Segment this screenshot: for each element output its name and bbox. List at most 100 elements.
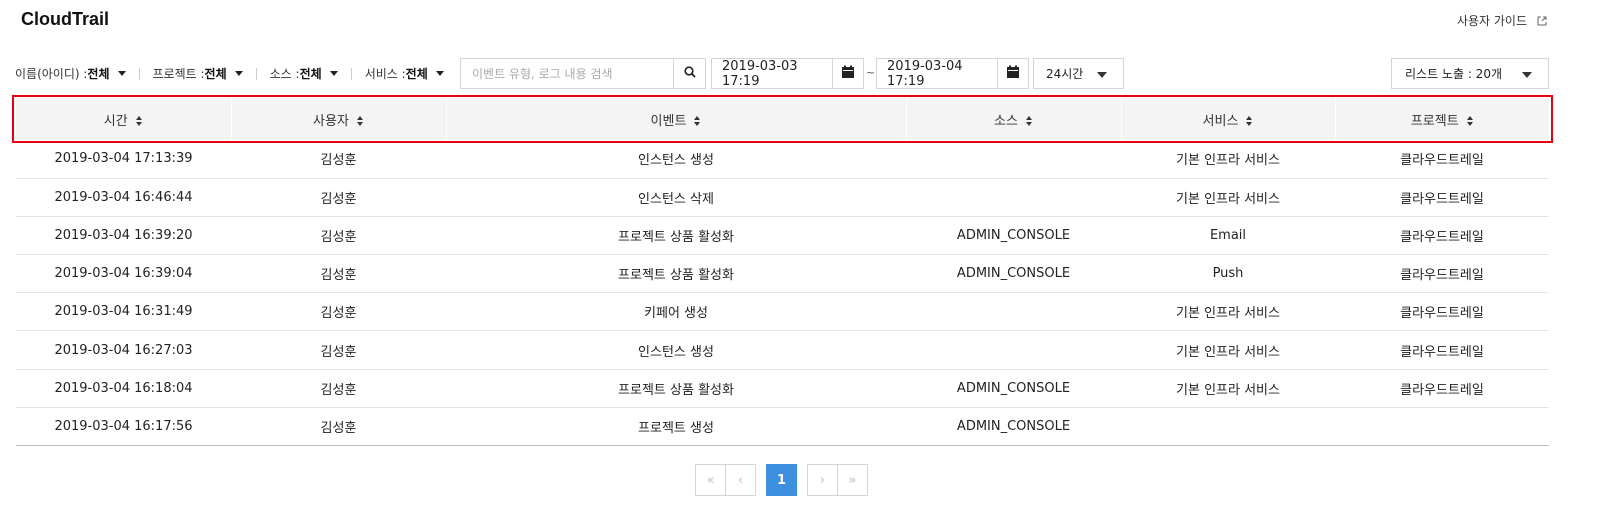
- filter-source-value: 전체: [299, 67, 322, 81]
- column-header-label: 서비스: [1202, 113, 1239, 129]
- cell-time: 2019-03-04 16:18:04: [16, 369, 231, 408]
- column-header-event[interactable]: 이벤트: [445, 98, 906, 140]
- sort-icon: [1466, 116, 1474, 126]
- cell-event: 프로젝트 상품 활성화: [446, 254, 906, 294]
- end-date-picker[interactable]: 2019-03-04 17:19: [876, 58, 1029, 89]
- cell-service: 기본 인프라 서비스: [1121, 330, 1335, 370]
- column-header-user[interactable]: 사용자: [230, 98, 446, 140]
- cell-source: ADMIN_CONSOLE: [906, 216, 1121, 256]
- cell-user: 김성훈: [231, 292, 446, 332]
- cell-user: 김성훈: [231, 407, 446, 447]
- cell-project: [1335, 407, 1549, 447]
- cell-project: 클라우드트레일: [1335, 254, 1549, 294]
- start-date-picker[interactable]: 2019-03-03 17:19: [711, 58, 864, 89]
- cell-source: ADMIN_CONSOLE: [906, 254, 1121, 294]
- prev-page-button[interactable]: ‹: [725, 464, 756, 496]
- column-header-time[interactable]: 시간: [16, 98, 231, 140]
- search-icon: [683, 65, 696, 82]
- first-page-button[interactable]: «: [695, 464, 726, 496]
- sort-icon: [1246, 116, 1253, 126]
- table-row[interactable]: 2019-03-04 16:39:20 김성훈 프로젝트 상품 활성화 ADMI…: [16, 216, 1549, 256]
- chevron-down-icon: [234, 71, 243, 76]
- filter-service-value: 전체: [405, 67, 428, 81]
- cell-project: 클라우드트레일: [1335, 330, 1549, 370]
- user-guide-label: 사용자 가이드: [1456, 14, 1527, 28]
- search-input[interactable]: [461, 59, 673, 88]
- cell-source: ADMIN_CONSOLE: [906, 369, 1121, 408]
- cell-project: 클라우드트레일: [1335, 140, 1549, 179]
- pagination-spacer: [756, 464, 766, 496]
- divider: [138, 67, 140, 80]
- calendar-icon: [1006, 65, 1020, 83]
- table-row[interactable]: 2019-03-04 17:13:39 김성훈 인스턴스 생성 기본 인프라 서…: [16, 140, 1549, 179]
- list-size-select[interactable]: 리스트 노출 : 20개: [1391, 58, 1549, 89]
- filter-source-label: 소스 :: [269, 67, 300, 81]
- last-page-button[interactable]: »: [837, 464, 868, 496]
- column-header-label: 프로젝트: [1410, 113, 1459, 129]
- table-row[interactable]: 2019-03-04 16:27:03 김성훈 인스턴스 생성 기본 인프라 서…: [16, 330, 1549, 370]
- start-date-value[interactable]: 2019-03-03 17:19: [712, 59, 832, 89]
- next-page-button[interactable]: ›: [807, 464, 838, 496]
- page-1-button[interactable]: 1: [766, 464, 797, 496]
- cell-event: 인스턴스 생성: [446, 140, 906, 179]
- chevron-down-icon: [329, 71, 338, 76]
- filter-project[interactable]: 프로젝트 : 전체: [153, 65, 243, 82]
- cell-source: ADMIN_CONSOLE: [906, 407, 1121, 447]
- table-row[interactable]: 2019-03-04 16:18:04 김성훈 프로젝트 상품 활성화 ADMI…: [16, 369, 1549, 408]
- filter-service[interactable]: 서비스 : 전체: [365, 65, 444, 82]
- cell-time: 2019-03-04 16:39:04: [16, 254, 231, 294]
- user-guide-link[interactable]: 사용자 가이드: [1457, 12, 1547, 29]
- sort-icon: [1025, 116, 1033, 126]
- cell-user: 김성훈: [231, 140, 446, 179]
- search-box: [460, 58, 706, 89]
- filter-project-label: 프로젝트 :: [152, 67, 205, 81]
- date-range-separator: ~: [866, 66, 876, 79]
- end-date-value[interactable]: 2019-03-04 17:19: [877, 59, 997, 89]
- cell-event: 프로젝트 생성: [446, 407, 906, 447]
- column-header-service[interactable]: 서비스: [1120, 98, 1335, 140]
- table-row[interactable]: 2019-03-04 16:17:56 김성훈 프로젝트 생성 ADMIN_CO…: [16, 407, 1549, 447]
- end-calendar-button[interactable]: [997, 59, 1028, 88]
- cell-service: 기본 인프라 서비스: [1121, 178, 1335, 217]
- column-header-project[interactable]: 프로젝트: [1334, 98, 1549, 140]
- column-header-source[interactable]: 소스: [905, 98, 1121, 140]
- column-header-label: 소스: [994, 113, 1018, 129]
- table-row[interactable]: 2019-03-04 16:39:04 김성훈 프로젝트 상품 활성화 ADMI…: [16, 254, 1549, 294]
- column-header-label: 사용자: [313, 113, 349, 129]
- cell-user: 김성훈: [231, 254, 446, 294]
- cell-source: [906, 292, 1121, 332]
- pagination-spacer: [797, 464, 807, 496]
- table-row[interactable]: 2019-03-04 16:46:44 김성훈 인스턴스 삭제 기본 인프라 서…: [16, 178, 1549, 217]
- start-calendar-button[interactable]: [832, 59, 863, 88]
- event-table: 시간 사용자 이벤트 소스 서비스 프로젝트 2019-03-04 17:13:…: [16, 98, 1549, 447]
- cell-time: 2019-03-04 16:46:44: [16, 178, 231, 217]
- calendar-icon: [841, 65, 855, 83]
- cell-event: 키페어 생성: [446, 292, 906, 332]
- time-range-select[interactable]: 24시간: [1033, 58, 1124, 89]
- cell-project: 클라우드트레일: [1335, 178, 1549, 217]
- cell-event: 인스턴스 생성: [446, 330, 906, 370]
- filter-name[interactable]: 이름(아이디) : 전체: [15, 65, 126, 82]
- table-row[interactable]: 2019-03-04 16:31:49 김성훈 키페어 생성 기본 인프라 서비…: [16, 292, 1549, 332]
- cell-service: Push: [1121, 254, 1335, 294]
- chevron-down-icon: [435, 71, 444, 76]
- pagination: « ‹ 1 › »: [695, 464, 868, 496]
- search-button[interactable]: [673, 59, 705, 88]
- table-header-row: 시간 사용자 이벤트 소스 서비스 프로젝트: [16, 98, 1549, 140]
- cell-time: 2019-03-04 16:31:49: [16, 292, 231, 332]
- column-header-label: 시간: [103, 113, 128, 129]
- cell-time: 2019-03-04 17:13:39: [16, 140, 231, 179]
- cell-time: 2019-03-04 16:39:20: [16, 216, 231, 256]
- filter-service-label: 서비스 :: [364, 67, 406, 81]
- cell-user: 김성훈: [231, 369, 446, 408]
- cell-project: 클라우드트레일: [1335, 216, 1549, 256]
- cell-user: 김성훈: [231, 330, 446, 370]
- list-size-value: 리스트 노출 : 20개: [1405, 67, 1502, 81]
- divider: [350, 67, 352, 80]
- sort-icon: [135, 116, 143, 126]
- sort-icon: [356, 116, 364, 126]
- filter-project-value: 전체: [204, 67, 227, 81]
- cell-project: 클라우드트레일: [1335, 369, 1549, 408]
- cell-source: [906, 178, 1121, 217]
- filter-source[interactable]: 소스 : 전체: [270, 65, 338, 82]
